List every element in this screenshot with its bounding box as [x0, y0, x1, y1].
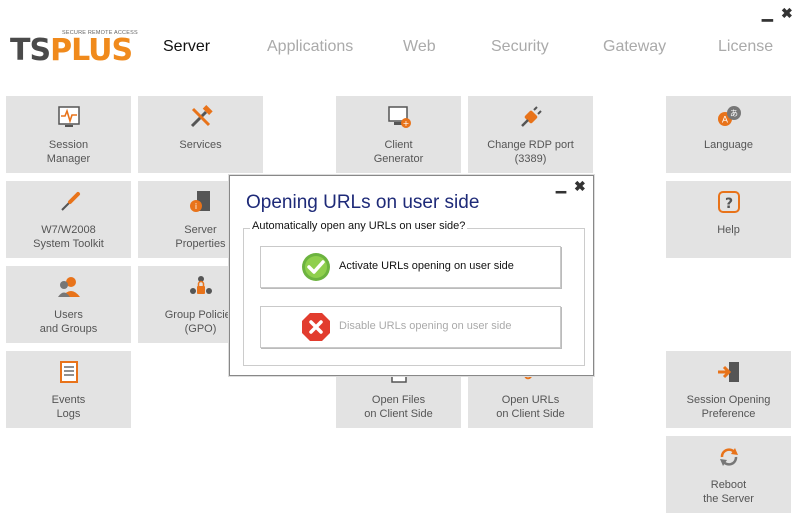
log-scroll-icon	[59, 361, 78, 383]
tile-system-toolkit[interactable]: W7/W2008 System Toolkit	[6, 181, 131, 258]
red-x-icon	[302, 313, 330, 341]
dialog-title: Opening URLs on user side	[246, 192, 480, 213]
enter-door-icon	[717, 362, 739, 382]
plug-icon	[520, 106, 542, 127]
opening-urls-dialog: Opening URLs on user side ▁ ✖ Automatica…	[229, 175, 594, 376]
tile-session-opening-preference[interactable]: Session Opening Preference	[666, 351, 791, 428]
tile-reboot[interactable]: Reboot the Server	[666, 436, 791, 513]
tab-license[interactable]: License	[718, 38, 773, 56]
session-monitor-icon	[57, 106, 80, 127]
tab-security[interactable]: Security	[491, 38, 549, 56]
tile-change-rdp-port[interactable]: Change RDP port (3389)	[468, 96, 593, 173]
svg-text:あ: あ	[730, 109, 738, 118]
tile-session-manager[interactable]: Session Manager	[6, 96, 131, 173]
activate-urls-label: Activate URLs opening on user side	[339, 260, 514, 272]
policy-lock-icon	[189, 276, 212, 294]
tile-users-groups[interactable]: Users and Groups	[6, 266, 131, 343]
disable-urls-label: Disable URLs opening on user side	[339, 320, 512, 332]
users-icon	[57, 277, 80, 297]
tab-web[interactable]: Web	[403, 38, 436, 56]
tab-server[interactable]: Server	[163, 38, 210, 56]
tools-icon	[190, 105, 213, 128]
tile-help[interactable]: ? Help	[666, 181, 791, 258]
svg-text:?: ?	[724, 196, 732, 212]
help-icon: ?	[717, 191, 740, 213]
dialog-minimize-button[interactable]: ▁	[556, 178, 566, 194]
disable-urls-button[interactable]: Disable URLs opening on user side	[260, 306, 561, 348]
language-icon: A あ	[717, 106, 741, 126]
activate-urls-button[interactable]: Activate URLs opening on user side	[260, 246, 561, 288]
screwdriver-icon	[60, 192, 80, 211]
server-icon: i	[189, 191, 210, 212]
dialog-close-button[interactable]: ✖	[574, 178, 586, 195]
tile-services[interactable]: Services	[138, 96, 263, 173]
minimize-button[interactable]: ▁	[762, 5, 773, 22]
svg-text:i: i	[194, 202, 196, 211]
green-check-icon	[302, 253, 330, 281]
svg-text:A: A	[721, 116, 728, 126]
client-monitor-icon: +	[387, 106, 411, 128]
tile-events-logs[interactable]: Events Logs	[6, 351, 131, 428]
svg-text:+: +	[402, 119, 409, 128]
reboot-icon	[719, 448, 738, 466]
close-button[interactable]: ✖	[781, 5, 793, 22]
logo-text-ts: TS	[10, 33, 51, 68]
tab-gateway[interactable]: Gateway	[603, 38, 666, 56]
tsplus-logo: SECURE REMOTE ACCESS TSPLUS	[10, 30, 138, 66]
tile-client-generator[interactable]: + Client Generator	[336, 96, 461, 173]
tab-applications[interactable]: Applications	[267, 38, 353, 56]
tile-language[interactable]: A あ Language	[666, 96, 791, 173]
dialog-question: Automatically open any URLs on user side…	[250, 220, 468, 232]
logo-text-plus: PLUS	[50, 33, 133, 68]
